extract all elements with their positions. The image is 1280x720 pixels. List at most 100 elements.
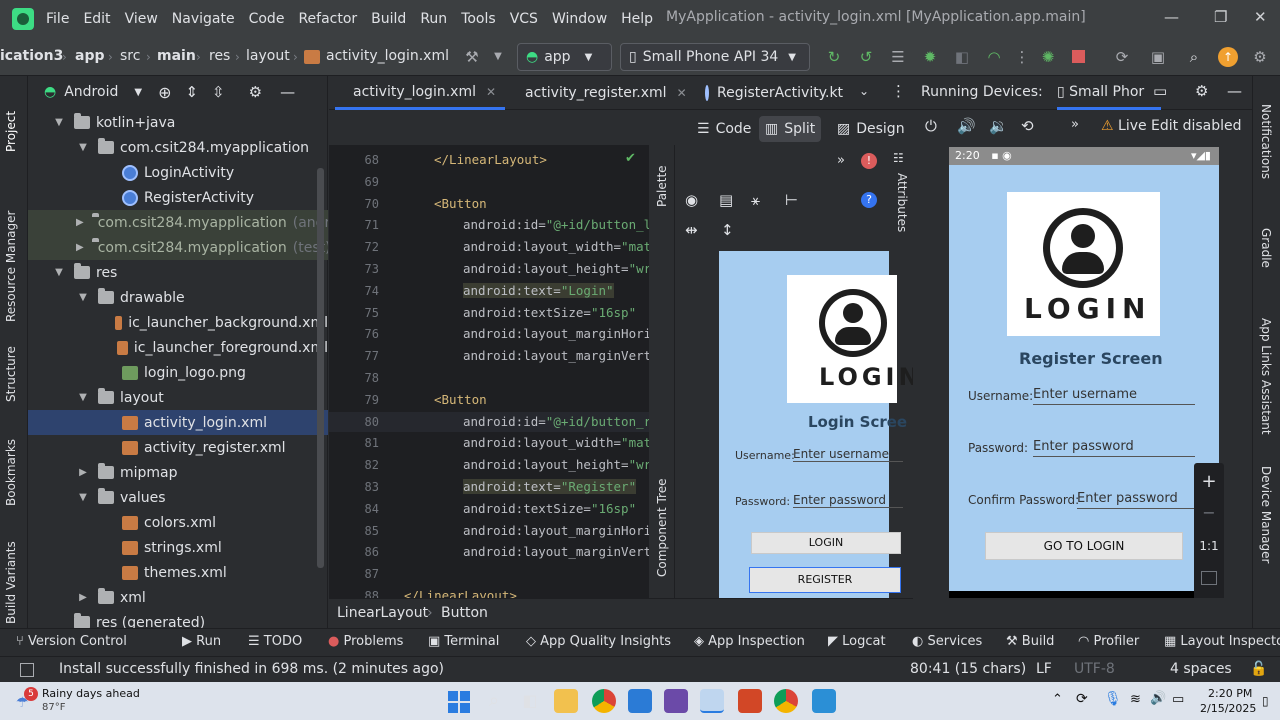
- run-tool-button[interactable]: ▶ Run: [182, 634, 221, 649]
- tree-item[interactable]: activity_register.xml: [28, 435, 328, 460]
- chevron-down-icon[interactable]: ▼: [52, 117, 66, 128]
- code-line[interactable]: android:textSize="16sp": [463, 501, 636, 516]
- tab-activity-register[interactable]: activity_register.xml ✕: [507, 76, 689, 110]
- app-quality-tool-button[interactable]: ◇ App Quality Insights: [526, 634, 671, 649]
- register-screen[interactable]: 2:20 ▪ ◉ ▾◢▮ LOGIN Register Screen Usern…: [949, 147, 1219, 609]
- terminal-tool-button[interactable]: ▣ Terminal: [428, 634, 499, 649]
- username-input[interactable]: Enter username: [1033, 387, 1195, 405]
- code-line[interactable]: android:id="@+id/button_l: [463, 217, 649, 232]
- code-line[interactable]: android:text="Login": [463, 282, 614, 298]
- code-line[interactable]: android:layout_width="matc: [463, 435, 649, 450]
- tree-item[interactable]: LoginActivity: [28, 160, 328, 185]
- windows-start-icon[interactable]: [446, 689, 470, 713]
- structure-tool-button[interactable]: Structure: [4, 332, 18, 402]
- device-manager-icon[interactable]: ▣: [1148, 47, 1168, 67]
- build-variants-tool-button[interactable]: Build Variants: [4, 541, 18, 624]
- minimize-icon[interactable]: —: [1164, 8, 1179, 26]
- tree-item[interactable]: ▶ com.csit284.myapplication (test): [28, 235, 328, 260]
- status-message[interactable]: Install successfully finished in 698 ms.…: [59, 661, 444, 677]
- android-debug-icon[interactable]: ✺: [1038, 47, 1058, 67]
- search-icon[interactable]: ⌕: [482, 689, 506, 713]
- help-icon[interactable]: ?: [861, 192, 877, 208]
- menu-file[interactable]: File: [46, 11, 69, 27]
- chevron-down-icon[interactable]: ▼: [134, 87, 142, 98]
- clock-date[interactable]: 2/15/2025: [1200, 702, 1256, 715]
- menu-build[interactable]: Build: [371, 11, 406, 27]
- code-line[interactable]: android:layout_marginVert: [463, 348, 649, 363]
- error-icon[interactable]: !: [861, 153, 877, 169]
- code-line[interactable]: </LinearLayout>: [404, 588, 517, 598]
- chevron-down-icon[interactable]: ▼: [76, 392, 90, 403]
- hide-icon[interactable]: —: [1227, 82, 1242, 100]
- zoom-in-icon[interactable]: +: [1194, 471, 1224, 492]
- logcat-tool-button[interactable]: ◤ Logcat: [828, 634, 886, 649]
- breadcrumb-res[interactable]: res: [209, 48, 230, 64]
- menu-vcs[interactable]: VCS: [510, 11, 538, 27]
- bookmarks-tool-button[interactable]: Bookmarks: [4, 426, 18, 506]
- design-mode-button[interactable]: ▨ Design: [831, 116, 911, 142]
- chevron-right-icon[interactable]: ▶: [76, 467, 90, 478]
- expand-vertical-icon[interactable]: ↕: [721, 221, 734, 239]
- build-tool-button[interactable]: ⚒ Build: [1006, 634, 1054, 649]
- clock-time[interactable]: 2:20 PM: [1208, 687, 1252, 700]
- close-tab-icon[interactable]: ✕: [677, 86, 687, 100]
- attributes-tool-button[interactable]: Attributes: [895, 173, 909, 243]
- attributes-panel-icon[interactable]: ☷: [893, 151, 904, 165]
- hide-icon[interactable]: —: [280, 83, 295, 101]
- layout-inspector-tool-button[interactable]: ▦ Layout Inspecto: [1164, 634, 1280, 649]
- profile-icon[interactable]: ◠: [984, 47, 1004, 67]
- todo-tool-button[interactable]: ☰ TODO: [248, 634, 302, 649]
- menu-view[interactable]: View: [125, 11, 158, 27]
- password-input[interactable]: Enter password: [1033, 439, 1195, 457]
- rerun-icon[interactable]: ↻: [824, 47, 844, 67]
- locate-icon[interactable]: ⊕: [158, 83, 171, 102]
- run-config-select[interactable]: ◓ app ▼: [517, 43, 612, 71]
- tree-item[interactable]: ▼ layout: [28, 385, 328, 410]
- tree-scrollbar[interactable]: [317, 168, 324, 568]
- margin-icon[interactable]: ⊢: [785, 191, 798, 209]
- wifi-icon[interactable]: ≋: [1130, 692, 1141, 707]
- code-editor[interactable]: 68 </LinearLayout> 69 70 <Button 71 android:id…: [329, 145, 649, 598]
- menu-edit[interactable]: Edit: [83, 11, 110, 27]
- close-icon[interactable]: ✕: [1254, 8, 1267, 26]
- code-line[interactable]: android:layout_marginVert: [463, 544, 649, 559]
- close-tab-icon[interactable]: ✕: [486, 85, 496, 99]
- weather-title[interactable]: Rainy days ahead: [42, 687, 140, 700]
- tree-item[interactable]: ▼ kotlin+java: [28, 110, 328, 135]
- code-line[interactable]: android:layout_marginHori: [463, 326, 649, 341]
- breadcrumb-file[interactable]: activity_login.xml: [326, 48, 449, 64]
- crumb-button[interactable]: Button: [441, 605, 488, 621]
- attach-debugger-icon[interactable]: ◧: [952, 47, 972, 67]
- breadcrumb-main[interactable]: main: [157, 48, 196, 64]
- menu-window[interactable]: Window: [552, 11, 607, 27]
- breadcrumb-app[interactable]: app: [75, 48, 105, 64]
- code-line[interactable]: android:layout_width="matc: [463, 239, 649, 254]
- line-separator[interactable]: LF: [1036, 661, 1052, 677]
- fit-screen-icon[interactable]: [1201, 571, 1217, 585]
- breadcrumb-project[interactable]: ication3: [0, 48, 63, 64]
- tab-list-chevron-icon[interactable]: ⌄: [859, 84, 869, 98]
- chevron-right-icon[interactable]: ▶: [76, 217, 84, 228]
- lock-icon[interactable]: 🔓: [1250, 661, 1267, 677]
- chrome-icon[interactable]: [592, 689, 616, 713]
- blueprint-icon[interactable]: ▤: [719, 191, 733, 209]
- sync-icon[interactable]: ⟳: [1076, 691, 1088, 707]
- actual-size-button[interactable]: 1:1: [1194, 539, 1224, 553]
- chevron-right-icon[interactable]: ▶: [76, 592, 90, 603]
- tree-item[interactable]: strings.xml: [28, 535, 328, 560]
- device-select[interactable]: ▯ Small Phone API 34 ▼: [620, 43, 810, 71]
- volume-icon[interactable]: 🔊: [1150, 691, 1166, 706]
- component-tree-tool-button[interactable]: Component Tree: [655, 467, 669, 577]
- gradle-tool-button[interactable]: Gradle: [1259, 228, 1273, 288]
- indent-setting[interactable]: 4 spaces: [1170, 661, 1232, 677]
- hammer-icon[interactable]: ⚒: [462, 47, 482, 67]
- search-icon[interactable]: ⌕: [1184, 47, 1204, 67]
- menu-refactor[interactable]: Refactor: [298, 11, 357, 27]
- code-line[interactable]: android:id="@+id/button_re: [463, 414, 649, 429]
- expand-icon[interactable]: »: [837, 153, 845, 168]
- vscode-icon[interactable]: [628, 689, 652, 713]
- settings-icon[interactable]: ⚙: [1195, 82, 1208, 100]
- palette-tool-button[interactable]: Palette: [655, 157, 669, 207]
- tab-register-activity[interactable]: RegisterActivity.kt: [695, 76, 843, 110]
- more-icon[interactable]: ⋮: [1012, 47, 1032, 67]
